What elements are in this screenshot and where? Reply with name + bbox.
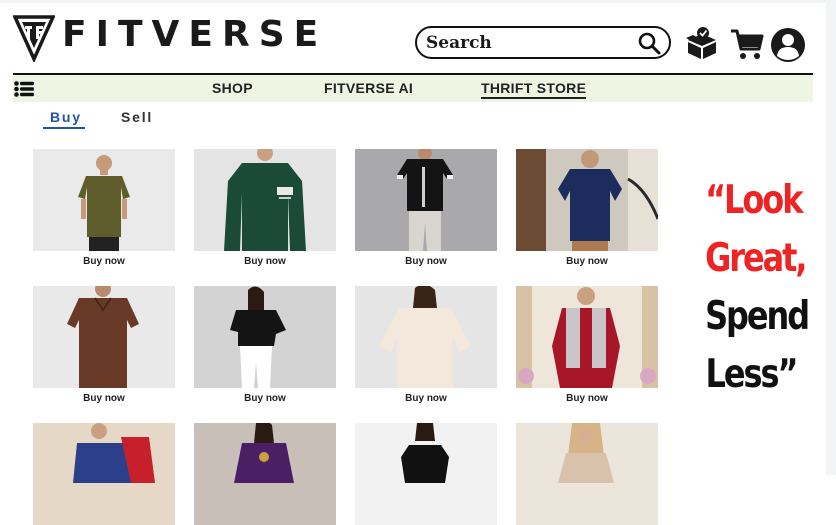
tagline-line-4: Less” — [705, 352, 799, 397]
tab-buy[interactable]: Buy — [50, 109, 82, 125]
buy-now-link[interactable]: Buy now — [516, 393, 658, 404]
product-image[interactable] — [194, 286, 336, 388]
tab-sell[interactable]: Sell — [121, 109, 153, 125]
tagline-line-3: Spend — [705, 294, 810, 339]
nav-shop[interactable]: SHOP — [212, 80, 253, 96]
nav-fitverse-ai[interactable]: FITVERSE AI — [324, 80, 413, 96]
nav-thrift-store[interactable]: THRIFT STORE — [481, 80, 587, 99]
buy-now-link[interactable]: Buy now — [355, 256, 497, 267]
buy-now-link[interactable]: Buy now — [33, 256, 175, 267]
product-image[interactable] — [355, 423, 497, 525]
tagline: “Look Great, Spend Less” — [705, 172, 810, 404]
product-image[interactable] — [516, 286, 658, 388]
tagline-line-2: Great, — [705, 236, 807, 281]
menu-icon[interactable] — [14, 81, 34, 97]
search-icon[interactable] — [637, 31, 661, 55]
product-image[interactable] — [194, 149, 336, 251]
search-box[interactable] — [415, 26, 671, 59]
product-image[interactable] — [355, 286, 497, 388]
buy-now-link[interactable]: Buy now — [194, 393, 336, 404]
product-image[interactable] — [516, 149, 658, 251]
product-image[interactable] — [33, 149, 175, 251]
buy-now-link[interactable]: Buy now — [516, 256, 658, 267]
product-image[interactable] — [194, 423, 336, 525]
product-image[interactable] — [516, 423, 658, 525]
product-image[interactable] — [355, 149, 497, 251]
buy-now-link[interactable]: Buy now — [194, 256, 336, 267]
account-icon[interactable] — [770, 27, 806, 63]
buy-now-link[interactable]: Buy now — [33, 393, 175, 404]
buy-now-link[interactable]: Buy now — [355, 393, 497, 404]
tab-active-indicator — [43, 127, 85, 129]
nav-bar: SHOP FITVERSE AI THRIFT STORE — [13, 75, 813, 102]
product-image[interactable] — [33, 286, 175, 388]
logo-icon[interactable] — [13, 14, 55, 62]
search-input[interactable] — [426, 31, 626, 55]
cart-icon[interactable] — [729, 26, 765, 62]
brand-name[interactable]: FITVERSE — [62, 14, 327, 56]
tagline-line-1: “Look — [705, 178, 803, 223]
package-icon[interactable] — [684, 26, 720, 62]
product-image[interactable] — [33, 423, 175, 525]
